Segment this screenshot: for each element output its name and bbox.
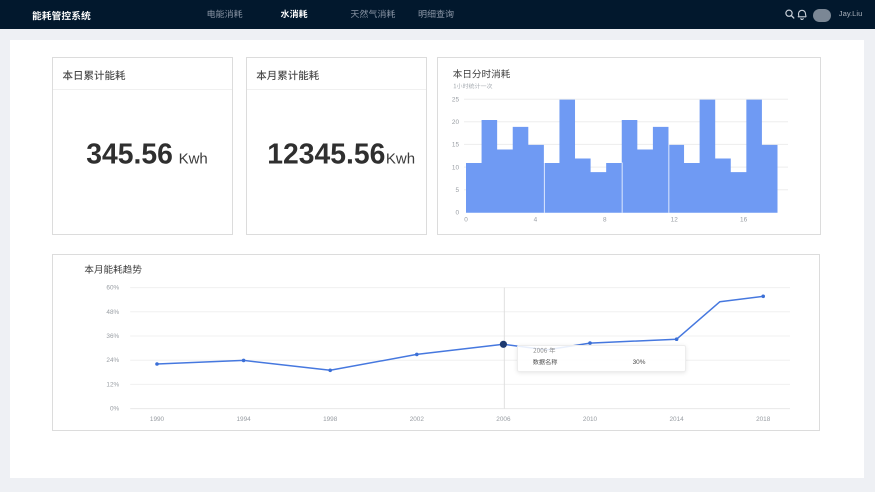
svg-text:30%: 30% (633, 359, 646, 366)
